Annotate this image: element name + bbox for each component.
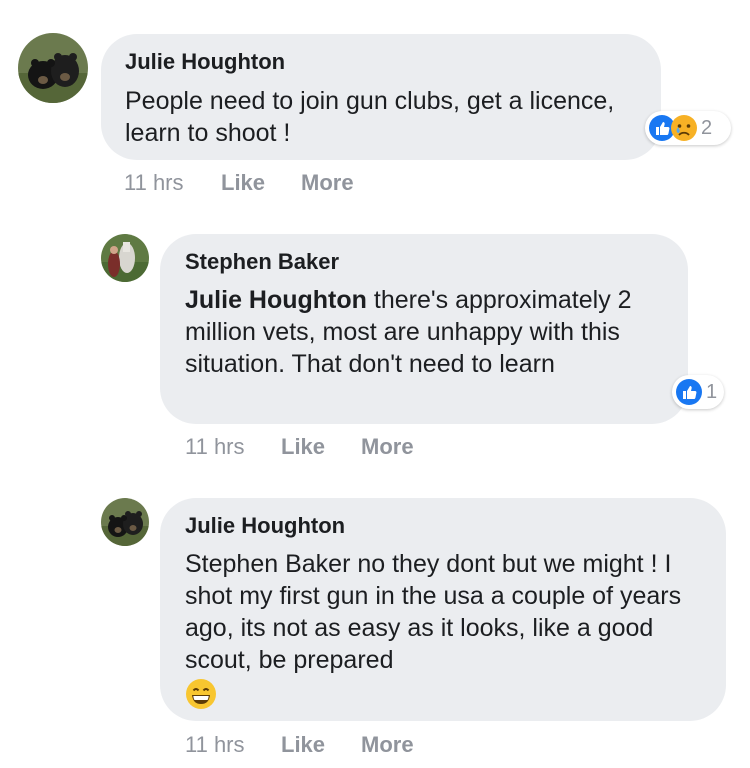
reaction-summary[interactable]: 1 xyxy=(672,375,724,409)
reaction-count: 1 xyxy=(706,380,718,403)
timestamp[interactable]: 11 hrs xyxy=(124,170,184,196)
like-button[interactable]: Like xyxy=(221,170,265,196)
more-button[interactable]: More xyxy=(361,434,414,460)
timestamp[interactable]: 11 hrs xyxy=(185,732,245,758)
avatar[interactable] xyxy=(101,498,149,546)
comment-text: Stephen Baker no they dont but we might … xyxy=(185,550,682,674)
like-button[interactable]: Like xyxy=(281,732,325,758)
avatar[interactable] xyxy=(18,33,88,103)
avatar-horse-image xyxy=(101,234,149,282)
like-icon xyxy=(676,379,702,405)
avatar[interactable] xyxy=(101,234,149,282)
more-button[interactable]: More xyxy=(361,732,414,758)
comment-author[interactable]: Julie Houghton xyxy=(185,513,345,539)
sad-icon xyxy=(671,115,697,141)
mention-link[interactable]: Julie Houghton xyxy=(185,286,367,314)
comment-author[interactable]: Stephen Baker xyxy=(185,249,339,275)
timestamp[interactable]: 11 hrs xyxy=(185,434,245,460)
more-button[interactable]: More xyxy=(301,170,354,196)
avatar-bears-image xyxy=(18,33,88,103)
avatar-bears-image xyxy=(101,498,149,546)
comment-text: Julie Houghton there's approximately 2 m… xyxy=(185,284,655,380)
comment-bubble: Julie Houghton People need to join gun c… xyxy=(101,34,661,160)
reaction-count: 2 xyxy=(701,116,713,139)
comment-bubble: Stephen Baker Julie Houghton there's app… xyxy=(160,234,688,424)
comment-bubble: Julie Houghton Stephen Baker no they don… xyxy=(160,498,726,721)
comment-text: People need to join gun clubs, get a lic… xyxy=(125,87,615,147)
like-button[interactable]: Like xyxy=(281,434,325,460)
comment-author[interactable]: Julie Houghton xyxy=(125,49,285,75)
reaction-summary[interactable]: 2 xyxy=(645,111,731,145)
grinning-face-icon xyxy=(186,679,216,709)
